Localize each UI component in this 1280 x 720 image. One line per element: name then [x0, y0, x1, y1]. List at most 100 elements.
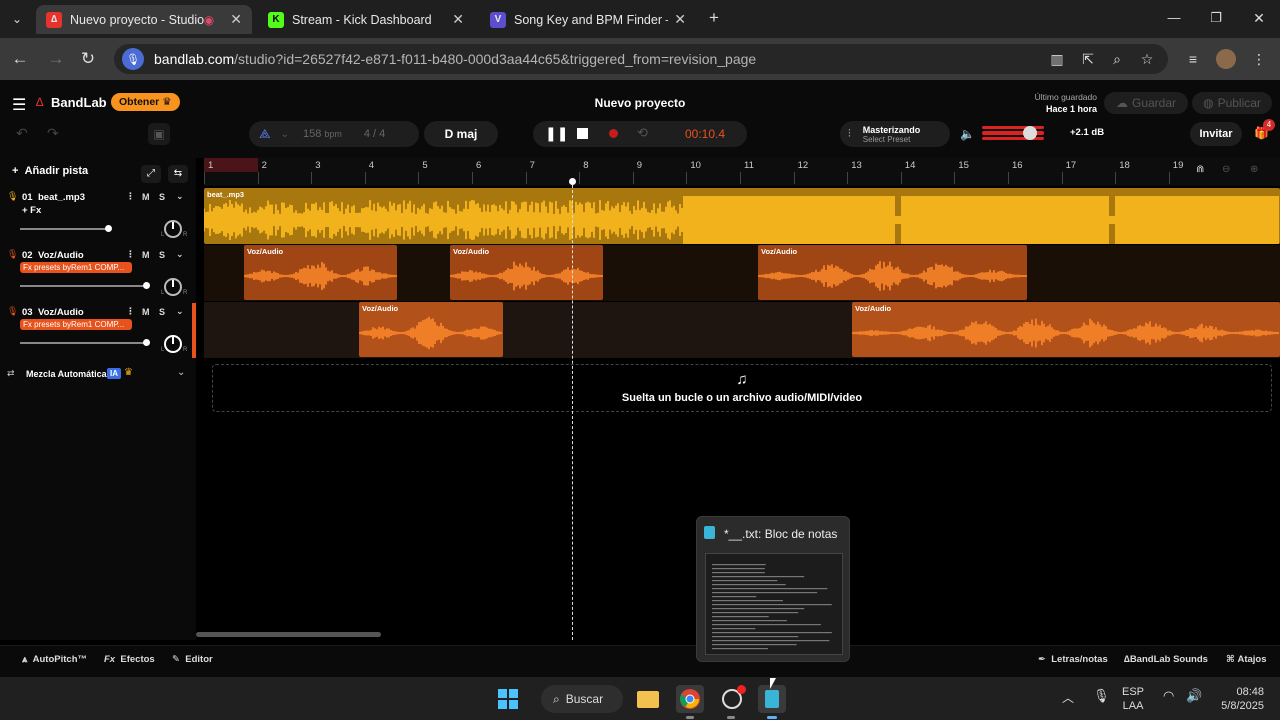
mastering-button[interactable]: ⫶ Masterizando Select Preset [840, 121, 950, 147]
master-volume-slider[interactable] [982, 126, 1048, 140]
reading-list-icon[interactable]: ≡ [1184, 50, 1202, 68]
track-lane-2[interactable]: Voz/Audio Voz/Audio Voz/Audio [204, 245, 1280, 301]
letras-button[interactable]: ✒ Letras/notas [1038, 654, 1108, 665]
autopitch-button[interactable]: ⩓ AutoPitch™ [22, 654, 87, 665]
undo-icon[interactable]: ↶ [16, 125, 28, 142]
editor-button[interactable]: ✎ Editor [172, 654, 213, 665]
stop-icon[interactable] [577, 128, 588, 139]
minimize-window-icon[interactable]: — [1163, 7, 1185, 29]
audio-clip-beat[interactable]: beat_.mp3 [204, 188, 1280, 244]
chrome-icon[interactable] [676, 685, 704, 713]
tempo-control[interactable]: ⟁ ⌄ 158 bpm 4 / 4 [249, 121, 419, 147]
volume-slider[interactable] [20, 282, 150, 289]
back-icon[interactable]: ← [9, 48, 31, 70]
tab-bandlab[interactable]: ∆ Nuevo proyecto - Studio ◉ ✕ [36, 5, 252, 34]
windows-start-icon[interactable] [494, 685, 522, 713]
pan-knob[interactable] [164, 220, 182, 238]
track-name[interactable]: Voz/Audio [38, 307, 84, 318]
mute-button[interactable]: M [142, 307, 150, 317]
solo-button[interactable]: S [159, 307, 165, 317]
media-control-icon[interactable]: ▥ [1048, 50, 1066, 68]
guardar-button[interactable]: ☁ Guardar [1104, 92, 1188, 114]
volume-knob[interactable] [143, 339, 150, 346]
close-tab-icon[interactable]: ✕ [674, 11, 686, 28]
solo-button[interactable]: S [159, 192, 165, 202]
fx-preset-pill[interactable]: Fx presets byRem1 COMP... [20, 262, 132, 273]
expand-chevron-icon[interactable]: ⌄ [176, 306, 184, 317]
volume-knob[interactable] [1023, 126, 1037, 140]
track-name[interactable]: Voz/Audio [38, 250, 84, 261]
zoom-icon[interactable]: ⌕ [1108, 50, 1126, 68]
redo-icon[interactable]: ↷ [47, 125, 59, 142]
zoom-out-icon[interactable]: ⊖ [1222, 164, 1230, 175]
playhead[interactable] [572, 180, 573, 640]
tab-kick[interactable]: K Stream - Kick Dashboard ✕ [258, 5, 474, 34]
zoom-in-icon[interactable]: ⊕ [1250, 164, 1258, 175]
clock[interactable]: 08:48 5/8/2025 [1210, 685, 1264, 713]
audio-clip-voz[interactable]: Voz/Audio [758, 245, 1027, 300]
pan-knob[interactable] [164, 278, 182, 296]
volume-slider[interactable] [20, 225, 112, 232]
record-mode-icon[interactable]: ▣ [148, 123, 170, 145]
browser-menu-icon[interactable]: ⋮ [1250, 50, 1268, 68]
expand-chevron-icon[interactable]: ⌄ [176, 249, 184, 260]
microphone-site-icon[interactable]: 🎙 [122, 48, 144, 70]
track-settings-icon[interactable]: ⇆ [168, 165, 188, 183]
tab-search-chevron-icon[interactable]: ⌄ [6, 8, 28, 30]
horizontal-scrollbar[interactable] [196, 632, 381, 637]
obs-icon[interactable] [718, 685, 746, 713]
notepad-taskbar-icon[interactable] [758, 685, 786, 713]
profile-avatar[interactable] [1216, 49, 1236, 69]
metronome-icon[interactable]: ⟁ [259, 126, 271, 142]
drop-zone[interactable]: ♫ Suelta un bucle o un archivo audio/MID… [212, 364, 1272, 412]
add-fx-button[interactable]: + Fx [22, 205, 41, 216]
loop-icon[interactable]: ⟲ [637, 125, 648, 141]
atajos-button[interactable]: ⌘ Atajos [1226, 654, 1267, 665]
track-lane-1[interactable]: beat_.mp3 [204, 188, 1280, 244]
volume-knob[interactable] [104, 225, 112, 232]
track-lane-3[interactable]: Voz/Audio Voz/Audio [204, 302, 1280, 358]
volume-tray-icon[interactable]: 🔊 [1186, 688, 1202, 704]
add-track-button[interactable]: + Añadir pista [12, 165, 88, 177]
tray-mic-icon[interactable]: 🎙 [1093, 688, 1110, 704]
record-icon[interactable] [609, 129, 618, 138]
bookmark-star-icon[interactable]: ☆ [1138, 50, 1156, 68]
volume-knob[interactable] [143, 282, 150, 289]
track-menu-icon[interactable]: ⋮ [126, 306, 135, 317]
bpm-value[interactable]: 158 [303, 128, 321, 140]
close-tab-icon[interactable]: ✕ [452, 11, 464, 28]
key-selector[interactable]: D maj [424, 121, 498, 147]
timeline-ruler[interactable]: 1 2 3 4 5 6 7 8 9 10 11 12 13 14 15 16 17 18 19 ⋒ ⊖ ⊕ [204, 158, 1280, 186]
notepad-taskbar-preview[interactable]: *__.txt: Bloc de notas [696, 516, 850, 662]
snap-magnet-icon[interactable]: ⋒ [1196, 164, 1204, 175]
restore-window-icon[interactable]: ❐ [1205, 7, 1227, 29]
expand-chevron-icon[interactable]: ⌄ [176, 191, 184, 202]
playhead-handle[interactable] [569, 178, 576, 185]
mute-button[interactable]: M [142, 192, 150, 202]
close-tab-icon[interactable]: ✕ [230, 11, 242, 28]
close-window-icon[interactable]: ✕ [1248, 7, 1270, 29]
track-menu-icon[interactable]: ⋮ [126, 191, 135, 202]
volume-slider[interactable] [20, 339, 150, 346]
track-header-1[interactable]: 🎙 01 beat_.mp3 + Fx ⋮ M S ⌄ L R [0, 188, 196, 244]
track-header-3[interactable]: 🎙 03 Voz/Audio Fx presets byRem1 COMP...… [0, 303, 196, 359]
audio-clip-voz[interactable]: Voz/Audio [244, 245, 397, 300]
taskbar-search[interactable]: ⌕ Buscar [541, 685, 623, 713]
mute-button[interactable]: M [142, 250, 150, 260]
language-indicator[interactable]: ESP LAA [1122, 685, 1144, 713]
tray-overflow-icon[interactable]: ︿ [1062, 689, 1074, 706]
automation-icon[interactable]: ⤢ [141, 165, 161, 183]
publicar-button[interactable]: ◍ Publicar [1192, 92, 1272, 114]
metronome-chevron-icon[interactable]: ⌄ [281, 129, 289, 140]
open-in-app-icon[interactable]: ⇱ [1079, 50, 1097, 68]
auto-mix-row[interactable]: ⇄ Mezcla Automática IA ♛ ⌄ [0, 362, 196, 388]
invitar-button[interactable]: Invitar [1190, 122, 1242, 146]
reload-icon[interactable]: ↻ [77, 48, 99, 70]
new-tab-icon[interactable]: + [703, 7, 725, 29]
track-header-2[interactable]: 🎙 02 Voz/Audio Fx presets byRem1 COMP...… [0, 246, 196, 302]
tab-song-key[interactable]: V Song Key and BPM Finder — A ✕ [480, 5, 696, 34]
solo-button[interactable]: S [159, 250, 165, 260]
fx-preset-pill[interactable]: Fx presets byRem1 COMP... [20, 319, 132, 330]
pause-icon[interactable]: ❚❚ [545, 125, 568, 142]
time-signature[interactable]: 4 / 4 [364, 128, 385, 140]
